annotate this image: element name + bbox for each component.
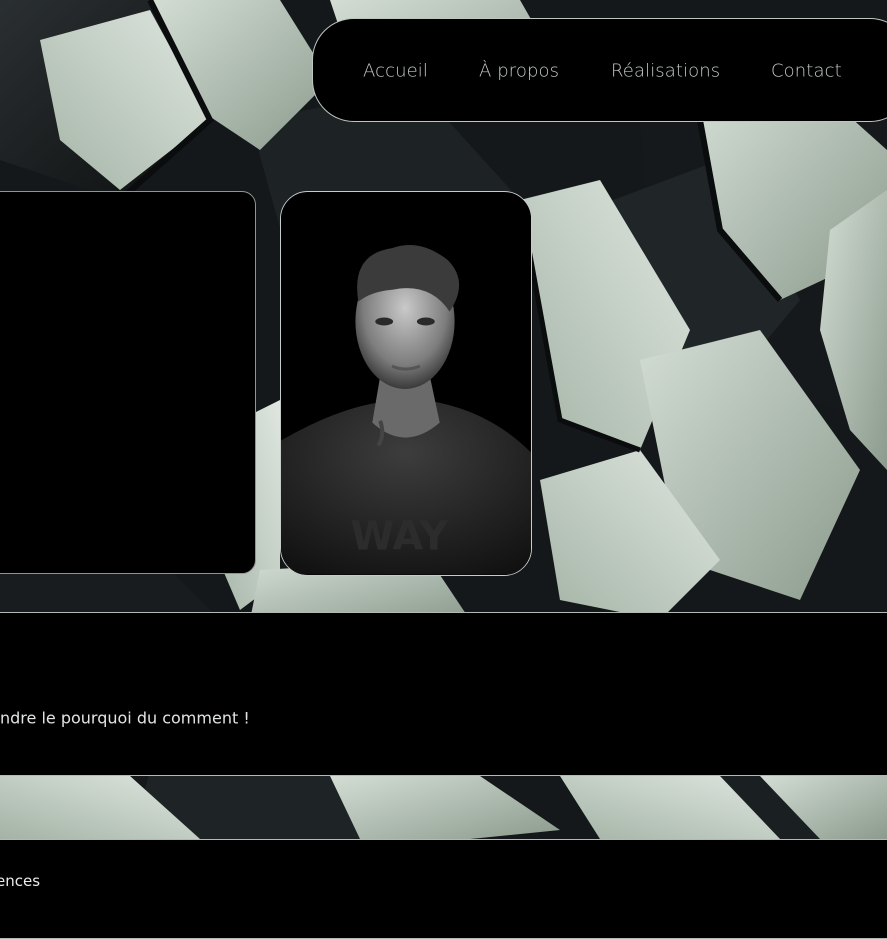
nav-link-contact[interactable]: Contact bbox=[771, 61, 842, 82]
skills-panel bbox=[0, 839, 887, 939]
nav-link-accueil[interactable]: Accueil bbox=[363, 61, 428, 82]
nav-link-realisations[interactable]: Réalisations bbox=[611, 61, 720, 82]
main-navigation: Accueil À propos Réalisations Contact bbox=[312, 18, 887, 122]
nav-link-a-propos[interactable]: À propos bbox=[479, 61, 559, 82]
intro-card bbox=[0, 191, 256, 574]
svg-text:WAY: WAY bbox=[350, 514, 449, 560]
tagline-text: ndre le pourquoi du comment ! bbox=[0, 708, 250, 728]
profile-photo: WAY bbox=[280, 191, 532, 576]
skills-section-title: ences bbox=[0, 872, 41, 890]
tagline-panel bbox=[0, 612, 887, 776]
